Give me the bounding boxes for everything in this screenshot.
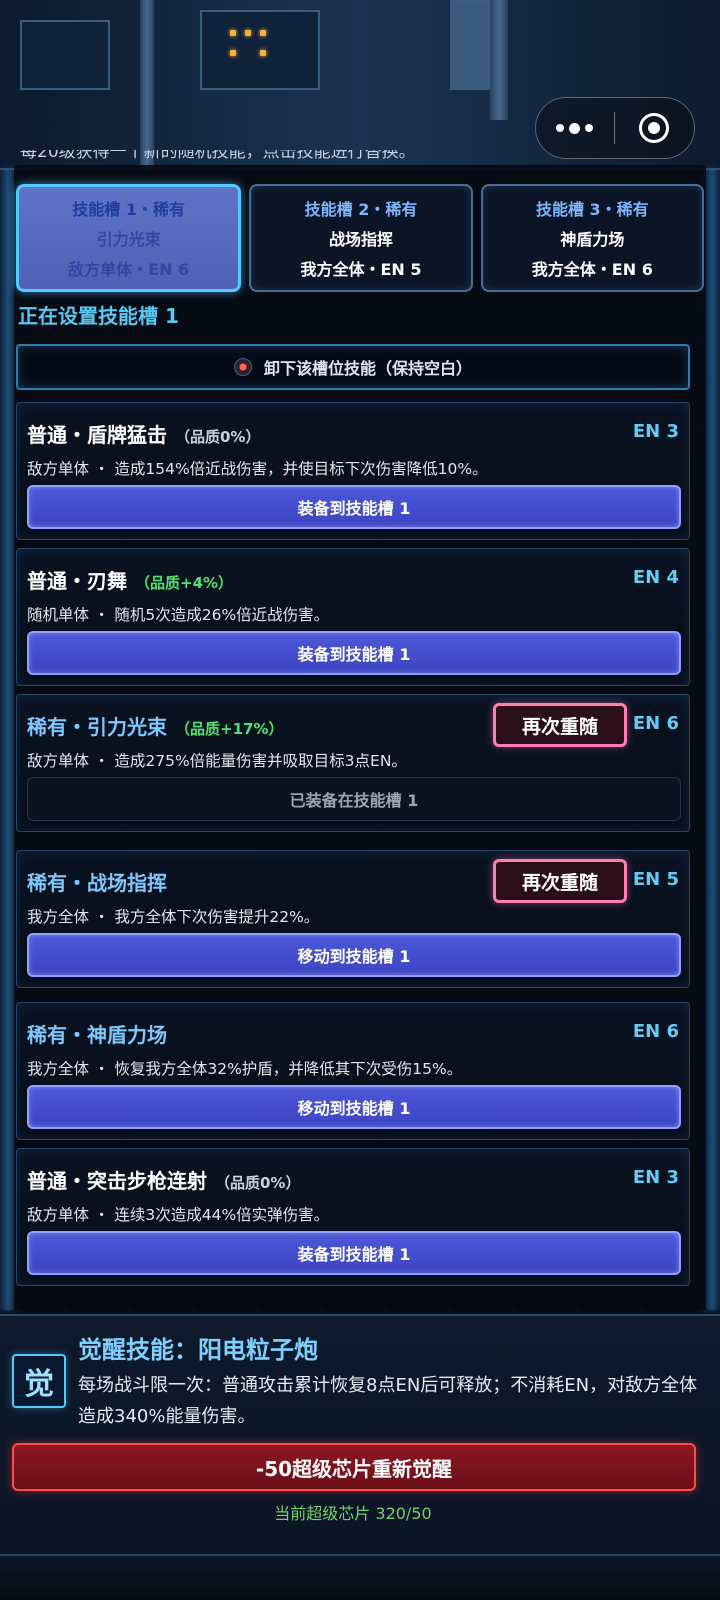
skill-name: 稀有・战场指挥 xyxy=(27,871,167,895)
skill-card: 普通・刃舞 （品质+4%） EN 4 随机单体 ・ 随机5次造成26%倍近战伤害。… xyxy=(16,548,690,686)
slot-meta: 我方全体・EN 6 xyxy=(531,260,653,279)
indicator-light xyxy=(260,50,266,56)
slot-meta: 我方全体・EN 5 xyxy=(300,260,422,279)
wall-panel xyxy=(20,20,110,90)
skill-energy-cost: EN 6 xyxy=(632,713,679,734)
current-slot-title: 正在设置技能槽 1 xyxy=(18,304,179,328)
skill-name: 稀有・神盾力场 xyxy=(27,1023,167,1047)
bottom-frame xyxy=(0,1554,720,1600)
skill-name: 普通・突击步枪连射 （品质0%） xyxy=(27,1169,301,1193)
skill-energy-cost: EN 3 xyxy=(632,1167,679,1188)
super-chip-count: 当前超级芯片 320/50 xyxy=(274,1504,432,1523)
wall-panel xyxy=(450,0,490,90)
skill-name: 普通・盾牌猛击 （品质0%） xyxy=(27,423,261,447)
skill-quality: （品质+4%） xyxy=(135,574,234,592)
slot-title: 技能槽 3・稀有 xyxy=(535,200,649,219)
skill-energy-cost: EN 4 xyxy=(632,567,679,588)
more-dots-icon[interactable] xyxy=(536,98,614,158)
slot-skill-name: 战场指挥 xyxy=(328,230,393,249)
equip-button[interactable]: 装备到技能槽 1 xyxy=(27,631,681,675)
indicator-light xyxy=(245,30,251,36)
skill-name: 稀有・引力光束 （品质+17%） xyxy=(27,715,284,739)
right-rail xyxy=(704,170,720,1310)
skill-slot-3[interactable]: 技能槽 3・稀有 神盾力场 我方全体・EN 6 xyxy=(480,184,704,292)
skill-slot-1[interactable]: 技能槽 1・稀有 引力光束 敌方单体・EN 6 xyxy=(16,184,242,292)
skill-card: 稀有・战场指挥 再次重随 EN 5 我方全体 ・ 我方全体下次伤害提升22%。 … xyxy=(16,850,690,988)
skill-slot-tabs: 技能槽 1・稀有 引力光束 敌方单体・EN 6 技能槽 2・稀有 战场指挥 我方… xyxy=(16,184,704,292)
hint-text: 每20级获得一个新的随机技能，点击技能进行替换。 xyxy=(20,150,416,162)
skill-energy-cost: EN 5 xyxy=(632,869,679,890)
reroll-button[interactable]: 再次重随 xyxy=(493,859,627,903)
indicator-light xyxy=(260,30,266,36)
awakening-skill-description: 每场战斗限一次：普通攻击累计恢复8点EN后可释放；不消耗EN，对敌方全体造成34… xyxy=(78,1375,698,1427)
equipped-status: 已装备在技能槽 1 xyxy=(27,777,681,821)
move-button[interactable]: 移动到技能槽 1 xyxy=(27,1085,681,1129)
skill-card: 稀有・引力光束 （品质+17%） 再次重随 EN 6 敌方单体 ・ 造成275%倍… xyxy=(16,694,690,832)
indicator-light xyxy=(230,30,236,36)
target-dot-icon xyxy=(233,358,252,376)
skill-description: 敌方单体 ・ 造成154%倍近战伤害，并使目标下次伤害降低10%。 xyxy=(27,460,488,478)
skill-card: 稀有・神盾力场 EN 6 我方全体 ・ 恢复我方全体32%护盾，并降低其下次受伤… xyxy=(16,1002,690,1140)
skill-quality: （品质0%） xyxy=(175,428,261,446)
skill-quality: （品质0%） xyxy=(215,1174,301,1192)
skill-quality: （品质+17%） xyxy=(175,720,284,738)
mini-program-capsule xyxy=(535,97,695,159)
skill-description: 随机单体 ・ 随机5次造成26%倍近战伤害。 xyxy=(27,606,330,624)
skill-energy-cost: EN 6 xyxy=(632,1021,679,1042)
slot-meta: 敌方单体・EN 6 xyxy=(68,260,190,279)
pipe xyxy=(490,0,508,120)
skill-description: 敌方单体 ・ 连续3次造成44%倍实弹伤害。 xyxy=(27,1206,330,1224)
awaken-badge-icon: 觉 xyxy=(12,1354,66,1408)
unequip-label: 卸下该槽位技能（保持空白） xyxy=(263,359,472,378)
indicator-light xyxy=(230,50,236,56)
awakening-skill-title: 觉醒技能：阳电粒子炮 xyxy=(78,1336,318,1364)
move-button[interactable]: 移动到技能槽 1 xyxy=(27,933,681,977)
equip-button[interactable]: 装备到技能槽 1 xyxy=(27,485,681,529)
pipe xyxy=(140,0,154,170)
skill-name: 普通・刃舞 （品质+4%） xyxy=(27,569,234,593)
slot-skill-name: 引力光束 xyxy=(96,230,161,249)
slot-title: 技能槽 1・稀有 xyxy=(72,200,186,219)
slot-title: 技能槽 2・稀有 xyxy=(304,200,418,219)
skill-description: 敌方单体 ・ 造成275%倍能量伤害并吸取目标3点EN。 xyxy=(27,752,407,770)
reawaken-button[interactable]: -50超级芯片重新觉醒 xyxy=(12,1443,696,1491)
skill-slot-2[interactable]: 技能槽 2・稀有 战场指挥 我方全体・EN 5 xyxy=(249,184,473,292)
skill-description: 我方全体 ・ 我方全体下次伤害提升22%。 xyxy=(27,908,320,926)
slot-skill-name: 神盾力场 xyxy=(560,230,625,249)
reroll-button[interactable]: 再次重随 xyxy=(493,703,627,747)
equip-button[interactable]: 装备到技能槽 1 xyxy=(27,1231,681,1275)
skill-card: 普通・突击步枪连射 （品质0%） EN 3 敌方单体 ・ 连续3次造成44%倍实弹… xyxy=(16,1148,690,1286)
unequip-button[interactable]: 卸下该槽位技能（保持空白） xyxy=(16,344,690,390)
skill-energy-cost: EN 3 xyxy=(632,421,679,442)
target-circle-icon[interactable] xyxy=(615,98,695,158)
skill-description: 我方全体 ・ 恢复我方全体32%护盾，并降低其下次受伤15%。 xyxy=(27,1060,463,1078)
skill-card: 普通・盾牌猛击 （品质0%） EN 3 敌方单体 ・ 造成154%倍近战伤害，并使… xyxy=(16,402,690,540)
